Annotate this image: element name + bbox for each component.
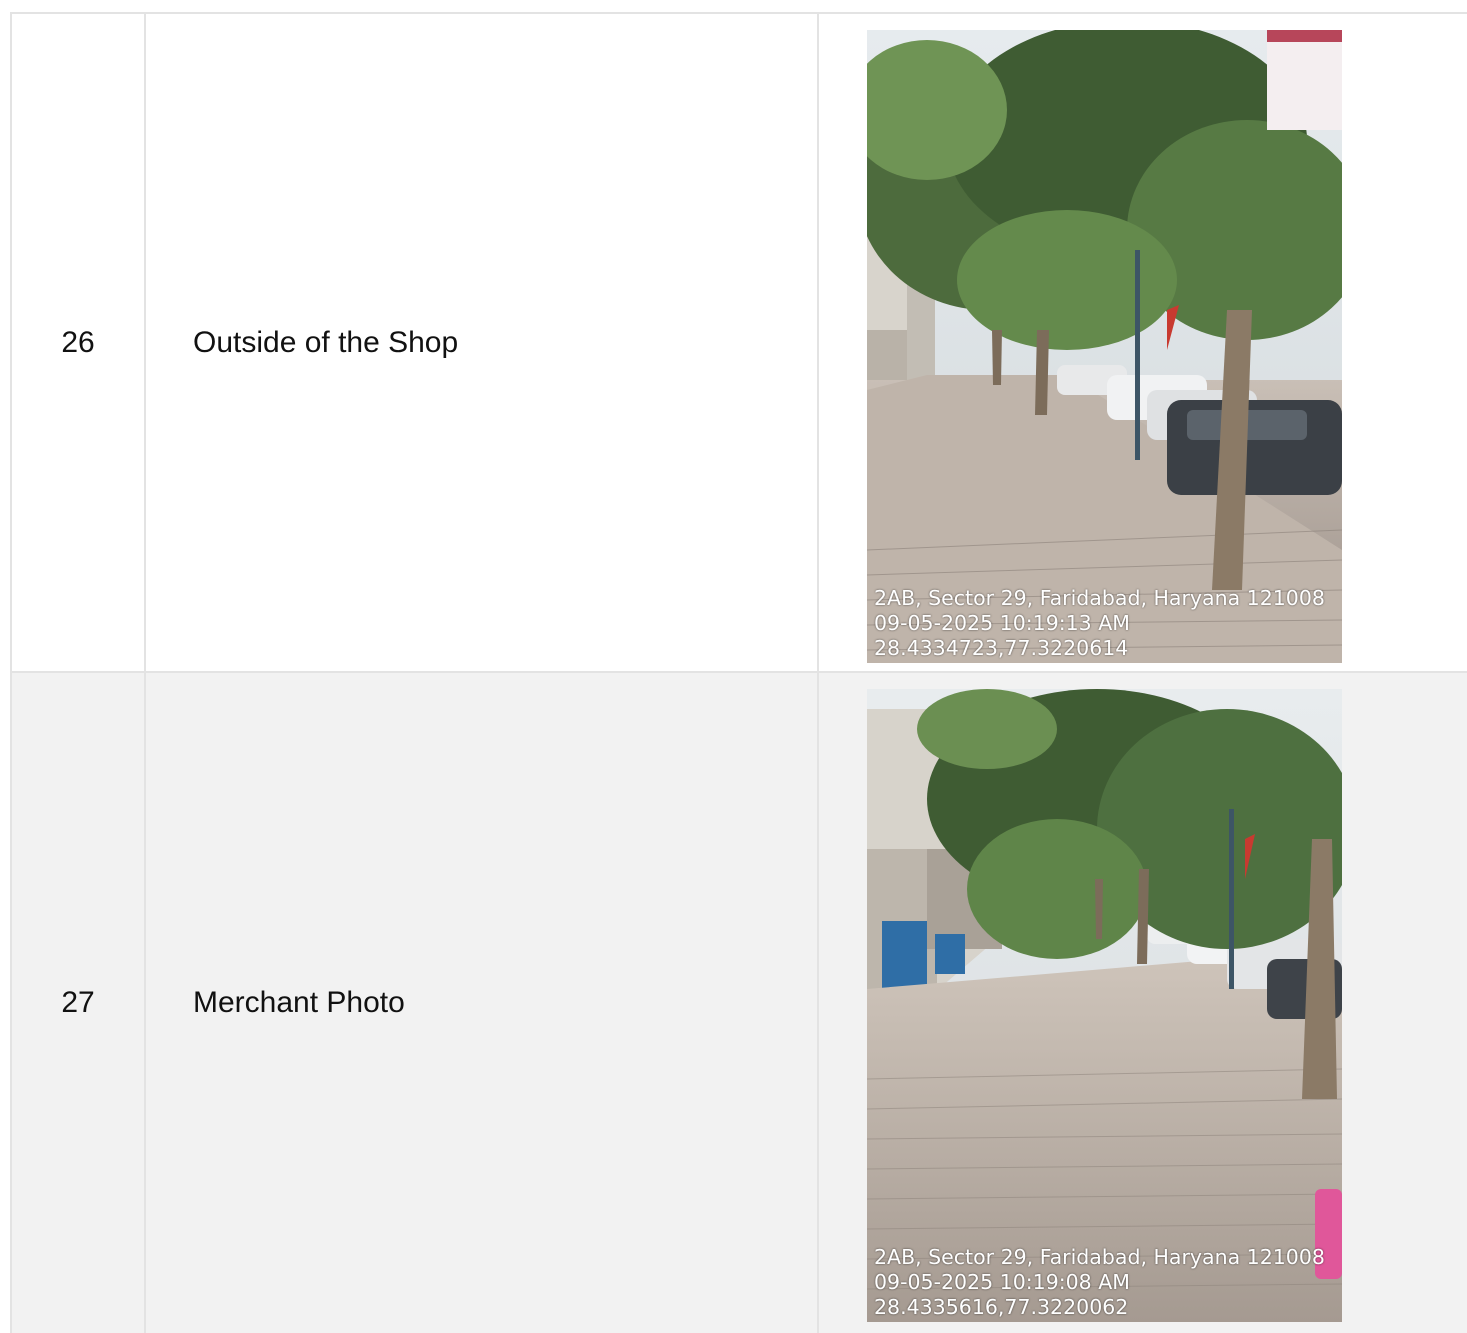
row-index: 27 xyxy=(12,673,146,1333)
photo-address: 2AB, Sector 29, Faridabad, Haryana 12100… xyxy=(874,586,1325,610)
photo-coordinates: 28.4334723,77.3220614 xyxy=(874,636,1129,660)
merchant-photo[interactable]: 2AB, Sector 29, Faridabad, Haryana 12100… xyxy=(867,689,1342,1322)
photo-address: 2AB, Sector 29, Faridabad, Haryana 12100… xyxy=(874,1245,1325,1269)
photo-datetime: 09-05-2025 10:19:13 AM xyxy=(874,611,1130,635)
street-scene-image xyxy=(867,30,1342,663)
photo-datetime: 09-05-2025 10:19:08 AM xyxy=(874,1270,1130,1294)
photo-table: 26 Outside of the Shop 2AB, Sector 29, F… xyxy=(10,12,1467,1333)
shop-outside-photo[interactable]: 2AB, Sector 29, Faridabad, Haryana 12100… xyxy=(867,30,1342,663)
merchant-scene-image xyxy=(867,689,1342,1322)
table-row: 26 Outside of the Shop 2AB, Sector 29, F… xyxy=(10,14,1467,673)
photo-cell: 2AB, Sector 29, Faridabad, Haryana 12100… xyxy=(819,14,1467,671)
photo-coordinates: 28.4335616,77.3220062 xyxy=(874,1295,1129,1319)
row-label: Outside of the Shop xyxy=(146,14,819,671)
row-index: 26 xyxy=(12,14,146,671)
photo-cell: 2AB, Sector 29, Faridabad, Haryana 12100… xyxy=(819,673,1467,1333)
table-row: 27 Merchant Photo 2AB, Sector 29, Farida… xyxy=(10,673,1467,1333)
photo-geotag-stamp: 2AB, Sector 29, Faridabad, Haryana 12100… xyxy=(874,586,1325,661)
row-label: Merchant Photo xyxy=(146,673,819,1333)
photo-geotag-stamp: 2AB, Sector 29, Faridabad, Haryana 12100… xyxy=(874,1245,1325,1320)
